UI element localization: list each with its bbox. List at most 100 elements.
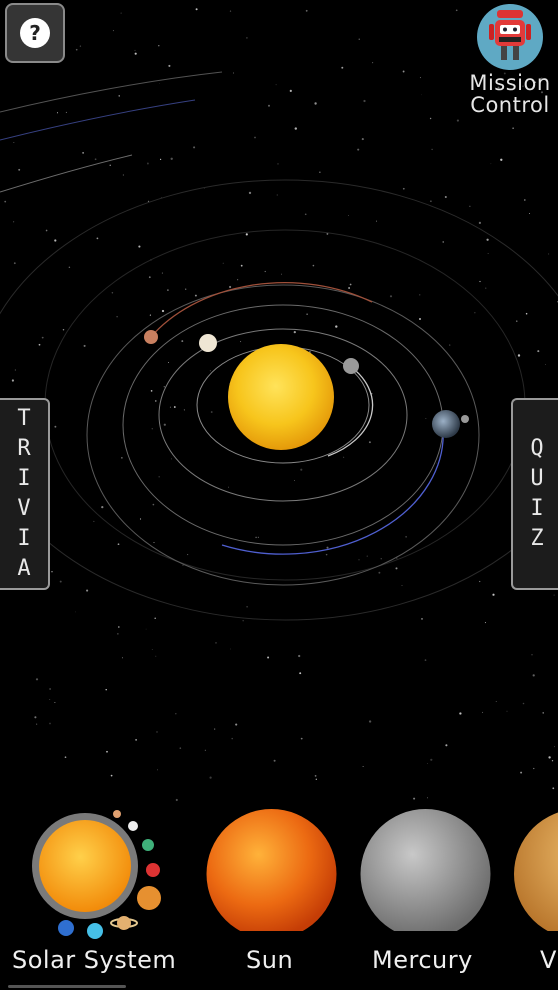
- star: [155, 400, 157, 402]
- star: [222, 262, 224, 264]
- star: [106, 750, 108, 753]
- star: [553, 746, 555, 748]
- star: [246, 606, 248, 608]
- star: [389, 295, 393, 298]
- star: [228, 486, 229, 488]
- star: [159, 83, 160, 84]
- help-button[interactable]: ?: [5, 3, 65, 63]
- sun[interactable]: [228, 344, 334, 450]
- star: [13, 262, 16, 265]
- star: [121, 657, 124, 659]
- body-carousel[interactable]: Solar System Sun Mercury V: [0, 800, 558, 990]
- star: [275, 84, 277, 86]
- mars-planet[interactable]: [144, 330, 158, 344]
- star: [348, 215, 349, 216]
- carousel-scrollbar[interactable]: [8, 985, 126, 988]
- star: [187, 554, 189, 556]
- star: [86, 589, 89, 592]
- star: [479, 280, 481, 283]
- star: [231, 737, 233, 740]
- star: [49, 699, 51, 700]
- star: [478, 221, 482, 225]
- moon[interactable]: [461, 415, 469, 423]
- star: [267, 656, 270, 659]
- star: [116, 315, 118, 318]
- star: [96, 237, 99, 240]
- star: [479, 580, 481, 583]
- star: [368, 441, 371, 444]
- solar-system-icon: [32, 810, 161, 939]
- star: [545, 364, 546, 365]
- earth-planet[interactable]: [432, 410, 460, 438]
- star: [237, 279, 239, 281]
- carousel-item-sun[interactable]: Sun: [206, 800, 337, 990]
- star: [110, 774, 113, 777]
- star: [425, 418, 427, 420]
- venus-planet[interactable]: [199, 334, 217, 352]
- star: [512, 127, 514, 129]
- star: [421, 94, 422, 96]
- star: [532, 674, 535, 677]
- star: [204, 749, 206, 751]
- outer-orbit-arc: [0, 71, 223, 113]
- carousel-item-venus[interactable]: V: [514, 800, 558, 990]
- star: [298, 654, 301, 658]
- star: [455, 9, 458, 12]
- star: [54, 425, 57, 428]
- star: [525, 312, 528, 315]
- star: [276, 194, 278, 196]
- star: [182, 564, 184, 566]
- star: [158, 475, 160, 478]
- carousel-label: Mercury: [372, 946, 473, 974]
- star: [343, 456, 345, 458]
- star: [542, 712, 544, 714]
- star: [495, 700, 497, 702]
- trivia-label: T R I V I A: [17, 404, 30, 584]
- star: [229, 10, 232, 12]
- star: [158, 45, 160, 47]
- star: [245, 233, 248, 236]
- quiz-tab[interactable]: Q U I Z: [511, 398, 558, 590]
- star: [83, 344, 86, 347]
- quiz-letter: Z: [530, 526, 544, 551]
- star: [167, 289, 169, 291]
- star: [319, 171, 321, 173]
- star: [56, 112, 59, 114]
- star: [38, 343, 41, 346]
- mission-control-label-line1: Mission: [469, 71, 551, 95]
- star: [548, 756, 551, 759]
- star: [548, 253, 550, 255]
- carousel-item-mercury[interactable]: Mercury: [360, 800, 491, 990]
- star: [506, 710, 508, 712]
- star: [185, 288, 187, 290]
- star: [405, 536, 407, 538]
- mission-control-button[interactable]: Mission Control: [462, 4, 558, 116]
- star: [62, 328, 65, 331]
- trivia-letter: R: [17, 436, 31, 461]
- trivia-letter: A: [17, 556, 31, 581]
- carousel-item-solar-system[interactable]: Solar System: [0, 800, 190, 990]
- star: [424, 659, 427, 661]
- star: [121, 457, 123, 459]
- star: [168, 362, 169, 363]
- star: [209, 370, 211, 372]
- star: [368, 720, 372, 723]
- star: [120, 12, 122, 14]
- star: [155, 655, 157, 657]
- mercury-planet[interactable]: [343, 358, 359, 374]
- quiz-letter: Q: [530, 436, 544, 461]
- trivia-tab[interactable]: T R I V I A: [0, 398, 50, 590]
- star: [358, 559, 360, 561]
- star: [151, 428, 153, 430]
- star: [146, 162, 149, 165]
- star: [264, 270, 266, 273]
- star: [149, 314, 151, 316]
- star: [335, 325, 338, 328]
- star: [215, 642, 217, 644]
- star: [294, 127, 297, 130]
- star: [54, 239, 57, 242]
- star: [268, 104, 270, 107]
- star: [4, 200, 7, 203]
- star: [210, 411, 213, 413]
- star: [300, 468, 303, 471]
